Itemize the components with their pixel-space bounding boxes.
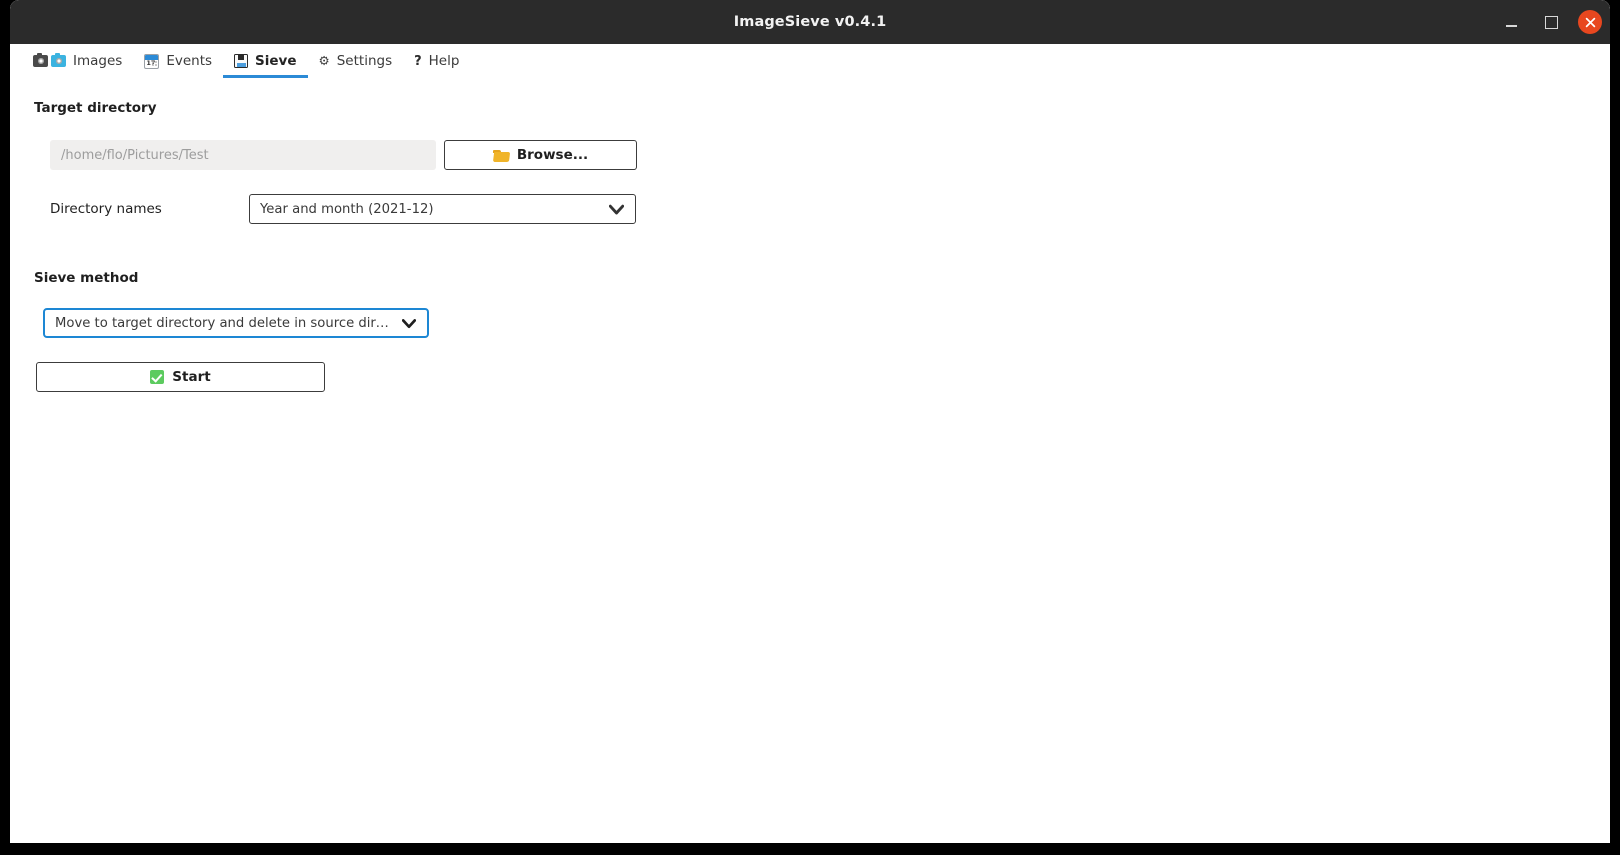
calendar-icon: 17 xyxy=(144,53,160,69)
directory-names-select[interactable]: Year and month (2021-12) xyxy=(249,194,636,224)
floppy-disk-icon xyxy=(234,54,249,68)
maximize-icon xyxy=(1544,15,1558,29)
tab-settings-label: Settings xyxy=(336,53,393,69)
minimize-button[interactable] xyxy=(1498,9,1524,35)
window-title: ImageSieve v0.4.1 xyxy=(733,14,887,30)
sieve-method-row: Move to target directory and delete in s… xyxy=(43,308,1610,338)
window-controls xyxy=(1498,0,1602,44)
close-icon xyxy=(1585,17,1595,27)
help-tab-icons: ? xyxy=(414,55,422,68)
tab-sieve[interactable]: Sieve xyxy=(223,44,308,78)
tab-help-label: Help xyxy=(428,53,460,69)
gear-icon: ⚙ xyxy=(318,52,330,68)
tab-events-label: Events xyxy=(166,53,213,69)
tab-sieve-label: Sieve xyxy=(255,53,297,69)
app-window: ImageSieve v0.4.1 Images 17 Events Sieve… xyxy=(10,0,1610,843)
events-tab-icons: 17 xyxy=(144,53,160,69)
images-tab-icons xyxy=(33,52,66,67)
browse-button-label: Browse... xyxy=(516,147,589,163)
sieve-panel: Target directory Browse... Directory nam… xyxy=(10,78,1610,843)
camera-icon xyxy=(33,52,48,67)
tab-help[interactable]: ? Help xyxy=(403,44,470,78)
start-button[interactable]: Start xyxy=(36,362,325,392)
directory-names-row: Directory names Year and month (2021-12) xyxy=(50,194,1610,224)
sieve-tab-icons xyxy=(234,54,249,68)
directory-names-label: Directory names xyxy=(50,201,162,217)
sieve-method-heading: Sieve method xyxy=(34,270,139,286)
browse-button[interactable]: Browse... xyxy=(444,140,637,170)
close-button[interactable] xyxy=(1578,10,1602,34)
chevron-down-icon xyxy=(609,204,624,214)
question-mark-icon: ? xyxy=(414,53,422,69)
target-directory-row: Browse... xyxy=(50,140,1610,170)
tab-bar: Images 17 Events Sieve ⚙ Settings ? Help xyxy=(10,44,1610,78)
target-directory-heading: Target directory xyxy=(34,100,157,116)
green-check-icon xyxy=(150,370,165,384)
title-bar: ImageSieve v0.4.1 xyxy=(10,0,1610,44)
tab-settings[interactable]: ⚙ Settings xyxy=(308,44,404,78)
tab-images[interactable]: Images xyxy=(22,44,133,78)
sieve-method-select[interactable]: Move to target directory and delete in s… xyxy=(43,308,429,338)
tab-images-label: Images xyxy=(73,53,123,69)
open-folder-icon xyxy=(492,149,511,161)
directory-names-value: Year and month (2021-12) xyxy=(260,201,434,217)
maximize-button[interactable] xyxy=(1538,9,1564,35)
target-directory-input[interactable] xyxy=(50,140,436,170)
camera-blue-icon xyxy=(51,52,66,67)
start-button-label: Start xyxy=(172,369,211,385)
tab-events[interactable]: 17 Events xyxy=(133,44,223,78)
minimize-icon xyxy=(1505,24,1517,27)
chevron-down-icon xyxy=(402,318,416,328)
sieve-method-value: Move to target directory and delete in s… xyxy=(55,315,393,331)
settings-tab-icons: ⚙ xyxy=(318,52,330,68)
